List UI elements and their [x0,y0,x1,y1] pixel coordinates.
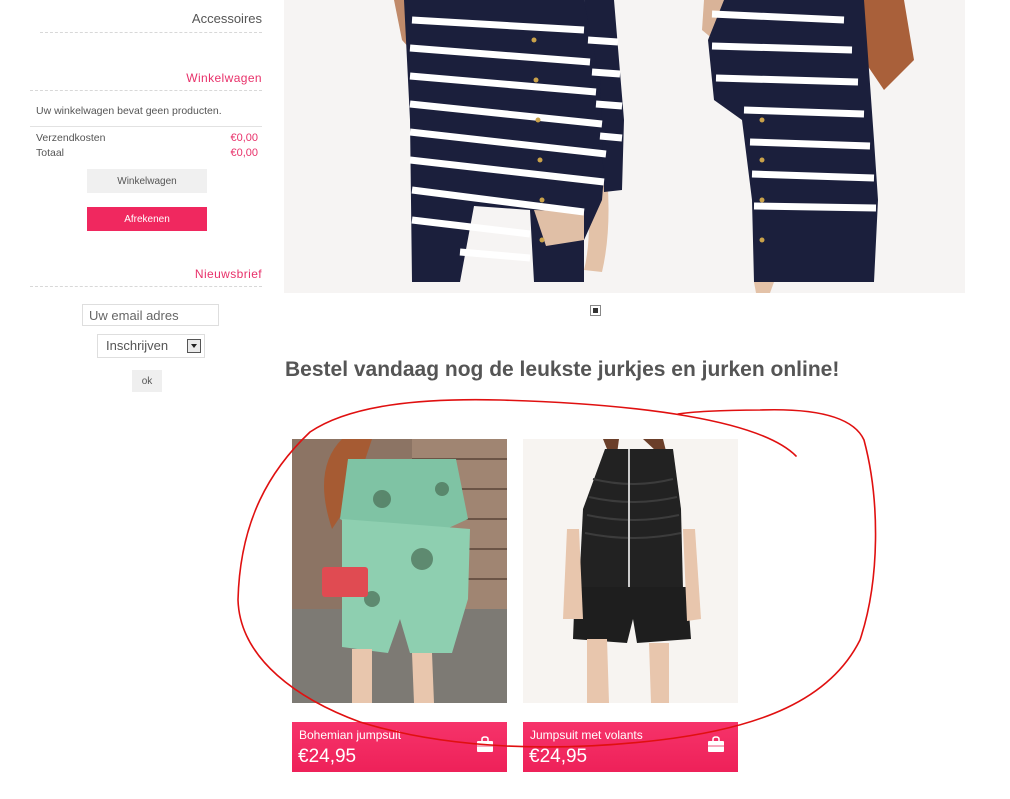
banner-image [284,0,965,293]
newsletter-title: Nieuwsbrief [30,262,262,287]
shipping-row: Verzendkosten €0,00 [36,132,258,144]
product-name[interactable]: Bohemian jumpsuit [299,728,401,742]
cart-divider [30,126,262,127]
sidebar: Accessoires Winkelwagen Uw winkelwagen b… [0,0,270,799]
product-price: €24,95 [298,746,357,767]
shopping-bag-icon[interactable] [476,736,494,753]
page-headline: Bestel vandaag nog de leukste jurkjes en… [285,358,840,381]
view-cart-button[interactable]: Winkelwagen [87,169,207,193]
cart-empty-message: Uw winkelwagen bevat geen producten. [36,105,222,117]
cart-title: Winkelwagen [30,66,262,91]
product-image[interactable] [523,439,738,703]
email-field[interactable] [82,304,219,326]
shipping-value: €0,00 [230,132,258,144]
shopping-bag-icon[interactable] [707,736,725,753]
subscribe-select-value: Inschrijven [106,338,169,353]
sidebar-item-accessoires[interactable]: Accessoires [40,0,262,33]
slider-dot[interactable] [590,305,601,316]
product-price-bar[interactable]: Jumpsuit met volants €24,95 [523,722,738,772]
ok-button[interactable]: ok [132,370,162,392]
total-label: Totaal [36,147,65,159]
total-row: Totaal €0,00 [36,147,258,159]
subscribe-select[interactable]: Inschrijven [97,334,205,358]
checkout-button[interactable]: Afrekenen [87,207,207,231]
hero-banner[interactable] [284,0,965,293]
chevron-down-icon[interactable] [187,339,201,353]
product-price-bar[interactable]: Bohemian jumpsuit €24,95 [292,722,507,772]
product-price: €24,95 [529,746,588,767]
total-value: €0,00 [230,147,258,159]
shipping-label: Verzendkosten [36,132,106,144]
product-name[interactable]: Jumpsuit met volants [530,728,643,742]
product-image[interactable] [292,439,507,703]
